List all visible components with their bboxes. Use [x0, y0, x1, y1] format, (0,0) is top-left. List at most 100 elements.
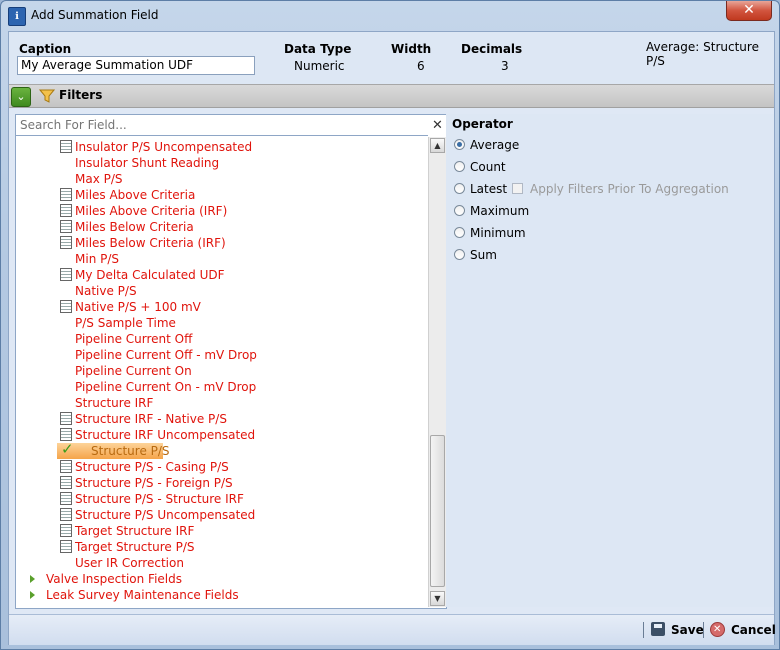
tree-item-label: User IR Correction: [75, 556, 184, 570]
scroll-down-icon[interactable]: ▼: [430, 591, 445, 606]
tree-item-label: My Delta Calculated UDF: [75, 268, 225, 282]
tree-item-label: Miles Above Criteria (IRF): [75, 204, 228, 218]
tree-item[interactable]: My Delta Calculated UDF: [60, 267, 225, 283]
save-icon: [651, 622, 665, 636]
expand-triangle-icon[interactable]: [30, 591, 35, 599]
tree-item[interactable]: Pipeline Current On: [75, 363, 192, 379]
calculator-icon: [60, 236, 72, 249]
calculator-icon: [60, 476, 72, 489]
calculator-icon: [60, 268, 72, 281]
tree-item-label: Target Structure P/S: [75, 540, 195, 554]
tree-item[interactable]: P/S Sample Time: [75, 315, 176, 331]
tree-item[interactable]: Structure P/S - Casing P/S: [60, 459, 229, 475]
tree-item[interactable]: Miles Below Criteria: [60, 219, 194, 235]
tree-item[interactable]: User IR Correction: [75, 555, 184, 571]
radio-label: Sum: [470, 248, 497, 262]
title-bar[interactable]: ℹ Add Summation Field ✕: [1, 1, 779, 31]
operator-option-maximum[interactable]: Maximum: [454, 202, 764, 220]
tree-item[interactable]: Insulator Shunt Reading: [75, 155, 219, 171]
chevron-down-icon[interactable]: ⌄: [11, 87, 31, 107]
cancel-icon: [710, 621, 725, 639]
radio-button[interactable]: [454, 139, 465, 150]
save-label: Save: [671, 623, 704, 637]
tree-item-selected[interactable]: ✓ Structure P/S: [61, 441, 170, 459]
tree-item[interactable]: Pipeline Current Off - mV Drop: [75, 347, 257, 363]
apply-filters-label: Apply Filters Prior To Aggregation: [530, 182, 729, 196]
clear-search-icon[interactable]: ✕: [429, 115, 446, 136]
tree-item-label: Pipeline Current Off - mV Drop: [75, 348, 257, 362]
tree-scrollbar[interactable]: ▲ ▼: [428, 137, 446, 607]
calculator-icon: [60, 508, 72, 521]
data-type-label: Data Type: [284, 42, 352, 56]
operator-option-average[interactable]: Average: [454, 136, 764, 154]
tree-item[interactable]: Structure P/S - Structure IRF: [60, 491, 244, 507]
tree-item-label: Pipeline Current On: [75, 364, 192, 378]
field-tree-pane: ✕ Insulator P/S Uncompensated Insulator S…: [15, 114, 447, 609]
operator-pane: Operator Average Count Latest Apply Filters…: [446, 114, 774, 607]
calculator-icon: [60, 188, 72, 201]
tree-item-label: Miles Below Criteria: [75, 220, 194, 234]
tree-item[interactable]: Pipeline Current On - mV Drop: [75, 379, 256, 395]
radio-button[interactable]: [454, 249, 465, 260]
expand-triangle-icon[interactable]: [30, 575, 35, 583]
caption-input[interactable]: [17, 56, 255, 75]
tree-item-label: Structure IRF Uncompensated: [75, 428, 256, 442]
calculator-icon: [60, 524, 72, 537]
close-button[interactable]: ✕: [726, 1, 772, 21]
operator-option-minimum[interactable]: Minimum: [454, 224, 764, 242]
operator-title: Operator: [452, 117, 513, 131]
window-title: Add Summation Field: [31, 8, 159, 22]
tree-item[interactable]: Min P/S: [75, 251, 119, 267]
cancel-label: Cancel: [731, 623, 776, 637]
tree-item-label: Miles Above Criteria: [75, 188, 196, 202]
funnel-icon: [39, 89, 55, 103]
tree-item-label: Native P/S: [75, 284, 137, 298]
field-header: Caption Data Type Numeric Width 6 Decima…: [9, 32, 774, 84]
tree-item-label: Pipeline Current Off: [75, 332, 193, 346]
tree-item[interactable]: Structure IRF Uncompensated: [60, 427, 256, 443]
tree-item[interactable]: Target Structure IRF: [60, 523, 194, 539]
dialog-content: Caption Data Type Numeric Width 6 Decima…: [8, 31, 776, 645]
tree-item[interactable]: Pipeline Current Off: [75, 331, 192, 347]
tree-item[interactable]: Structure P/S Uncompensated: [60, 507, 255, 523]
operator-option-sum[interactable]: Sum: [454, 246, 764, 264]
tree-item-label: Structure P/S - Structure IRF: [75, 492, 244, 506]
decimals-label: Decimals: [461, 42, 523, 56]
tree-item[interactable]: Native P/S + 100 mV: [60, 299, 201, 315]
filters-label: Filters: [59, 88, 103, 102]
tree-item[interactable]: Miles Above Criteria: [60, 187, 196, 203]
field-tree[interactable]: Insulator P/S Uncompensated Insulator Shu…: [16, 137, 428, 607]
tree-item[interactable]: Target Structure P/S: [60, 539, 195, 555]
tree-item[interactable]: Max P/S: [75, 171, 123, 187]
tree-item[interactable]: Structure P/S - Foreign P/S: [60, 475, 233, 491]
radio-button[interactable]: [454, 227, 465, 238]
calculator-icon: [60, 492, 72, 505]
search-input[interactable]: [16, 115, 428, 136]
scroll-up-icon[interactable]: ▲: [430, 138, 445, 153]
tree-item[interactable]: Insulator P/S Uncompensated: [60, 139, 252, 155]
tree-item-label: Insulator Shunt Reading: [75, 156, 220, 170]
tree-item-label: Structure IRF: [75, 396, 154, 410]
radio-label: Count: [470, 160, 506, 174]
tree-item[interactable]: Miles Above Criteria (IRF): [60, 203, 228, 219]
radio-label: Minimum: [470, 226, 526, 240]
tree-item-label: Structure P/S - Casing P/S: [75, 460, 229, 474]
radio-button[interactable]: [454, 205, 465, 216]
tree-item[interactable]: Native P/S: [75, 283, 137, 299]
footer-bar: Save Cancel: [9, 614, 776, 645]
tree-item[interactable]: Structure IRF - Native P/S: [60, 411, 227, 427]
tree-item-label: Structure IRF - Native P/S: [75, 412, 227, 426]
apply-filters-checkbox[interactable]: [512, 183, 523, 194]
tree-item-label: Native P/S + 100 mV: [75, 300, 201, 314]
operator-option-count[interactable]: Count: [454, 158, 764, 176]
tree-item[interactable]: Miles Below Criteria (IRF): [60, 235, 226, 251]
tree-item-label: Pipeline Current On - mV Drop: [75, 380, 257, 394]
radio-button[interactable]: [454, 183, 465, 194]
tree-item[interactable]: Structure IRF: [75, 395, 153, 411]
scroll-thumb[interactable]: [430, 435, 445, 587]
tree-item-label: Structure P/S - Foreign P/S: [75, 476, 233, 490]
filters-bar[interactable]: ⌄ Filters: [9, 84, 774, 108]
operator-option-latest[interactable]: Latest Apply Filters Prior To Aggregation: [454, 180, 764, 198]
width-value: 6: [417, 59, 425, 73]
radio-button[interactable]: [454, 161, 465, 172]
